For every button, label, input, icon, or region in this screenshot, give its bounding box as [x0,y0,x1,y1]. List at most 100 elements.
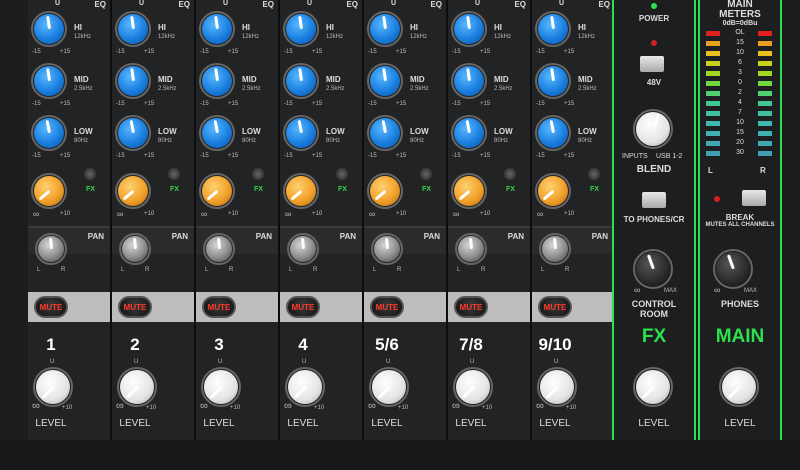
level-knob[interactable] [36,370,70,404]
eq-hi-knob[interactable] [370,14,400,44]
eq-mid-knob[interactable] [202,66,232,96]
break-button[interactable] [742,190,766,206]
fx-level-knob[interactable] [636,370,670,404]
eq-mid-knob[interactable] [370,66,400,96]
meter-left-segment [706,71,720,76]
gain-center-mark: U [475,0,481,7]
mute-button[interactable]: MUTE [118,296,152,318]
meter-left-segment [706,151,720,156]
meter-scale-label: 10 [736,119,744,126]
eq-hi-knob[interactable] [454,14,484,44]
mute-label: MUTE [459,303,483,312]
eq-header: EQ [514,0,526,9]
pan-label: PAN [255,232,272,241]
eq-low-label: LOW 80Hz [326,128,345,145]
fx-send-knob[interactable] [454,176,484,206]
phones-knob[interactable] [716,252,750,286]
pan-left-label: L [373,267,377,273]
eq-band-freq: 2.5kHz [410,86,429,92]
channel-number: 4 [298,335,308,354]
eq-hi-knob[interactable] [286,14,316,44]
eq-low-label: LOW 80Hz [410,128,429,145]
to-phones-cr-button[interactable] [642,192,666,208]
pan-label: PAN [87,232,104,241]
eq-low-knob[interactable] [34,118,64,148]
pan-knob[interactable] [374,236,400,262]
level-knob[interactable] [204,370,238,404]
break-led [714,196,720,202]
eq-scale-min: -15 [452,101,461,107]
mute-button[interactable]: MUTE [454,296,488,318]
meter-scale-label: 30 [736,149,744,156]
pan-knob[interactable] [122,236,148,262]
level-knob[interactable] [120,370,154,404]
eq-band-freq: 12kHz [158,34,176,40]
eq-low-knob[interactable] [370,118,400,148]
meter-left-segment [706,111,720,116]
fx-send-knob[interactable] [286,176,316,206]
mute-button[interactable]: MUTE [202,296,236,318]
eq-hi-knob[interactable] [118,14,148,44]
eq-mid-knob[interactable] [454,66,484,96]
fx-send-knob[interactable] [118,176,148,206]
phantom-48v-button[interactable] [640,56,664,72]
control-room-knob[interactable] [636,252,670,286]
eq-mid-knob[interactable] [118,66,148,96]
blend-knob[interactable] [636,112,670,146]
pan-knob[interactable] [458,236,484,262]
meter-left-segment [706,31,720,36]
eq-low-knob-pointer [297,119,303,134]
fx-section-title: FX [641,326,667,347]
eq-low-knob[interactable] [202,118,232,148]
level-scale-center: U [470,359,475,365]
fx-scale-max: +10 [396,211,407,217]
main-level-knob[interactable] [722,370,756,404]
pan-knob[interactable] [206,236,232,262]
eq-mid-label: MID 2.5kHz [158,76,177,93]
pan-knob[interactable] [290,236,316,262]
meter-right-label: R [760,166,766,175]
fx-send-knob[interactable] [34,176,64,206]
level-knob[interactable] [456,370,490,404]
eq-scale-max: +15 [480,153,491,159]
eq-hi-knob[interactable] [202,14,232,44]
pan-knob[interactable] [542,236,568,262]
fx-send-label: FX [338,186,347,193]
mute-button[interactable]: MUTE [370,296,404,318]
phones-label: PHONES [720,299,759,309]
pan-knob[interactable] [38,236,64,262]
meter-scale-label: OL [735,29,745,36]
eq-mid-knob[interactable] [34,66,64,96]
eq-low-knob[interactable] [538,118,568,148]
eq-band-name: LOW [494,127,513,136]
eq-mid-label: MID 2.5kHz [410,76,429,93]
eq-hi-knob[interactable] [538,14,568,44]
eq-mid-knob[interactable] [538,66,568,96]
fx-send-knob[interactable] [202,176,232,206]
eq-low-knob[interactable] [454,118,484,148]
pan-left-label: L [541,267,545,273]
mute-bar: MUTE [280,292,362,322]
eq-scale-min: -15 [200,153,209,159]
level-knob[interactable] [288,370,322,404]
eq-low-knob[interactable] [286,118,316,148]
eq-mid-knob[interactable] [286,66,316,96]
eq-hi-knob-pointer [465,15,471,30]
mute-button[interactable]: MUTE [538,296,572,318]
eq-band-name: LOW [158,127,177,136]
level-scale-max: +10 [62,405,73,411]
level-knob[interactable] [540,370,574,404]
eq-low-knob[interactable] [118,118,148,148]
mute-button[interactable]: MUTE [286,296,320,318]
pan-right-label: R [313,267,318,273]
level-knob[interactable] [372,370,406,404]
eq-band-name: LOW [242,127,261,136]
eq-band-name: HI [578,23,586,32]
eq-hi-knob[interactable] [34,14,64,44]
eq-band-name: LOW [74,127,93,136]
fx-send-knob[interactable] [370,176,400,206]
mute-button[interactable]: MUTE [34,296,68,318]
fx-send-knob[interactable] [538,176,568,206]
eq-low-knob-pointer [45,119,51,134]
fx-send-label: FX [254,186,263,193]
